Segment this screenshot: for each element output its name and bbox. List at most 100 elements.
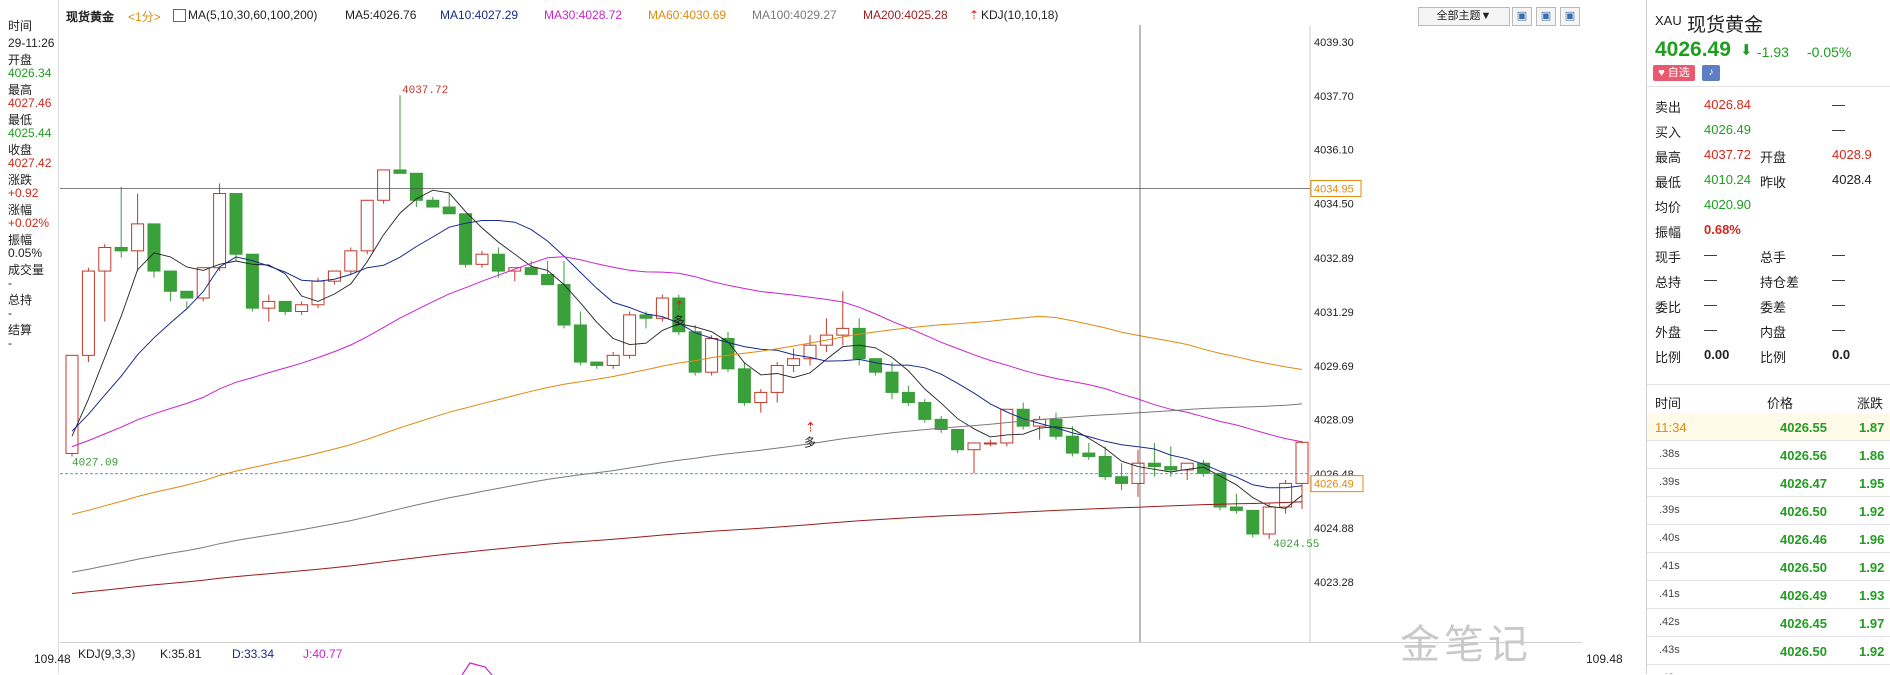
amp-value: 0.05% xyxy=(8,246,43,260)
quote-field-label: 委差 xyxy=(1760,300,1787,315)
quote-field-label: 持仓差 xyxy=(1760,275,1800,290)
tick-change: 1.95 xyxy=(1859,476,1885,491)
candlestick-chart[interactable]: 4039.30 4037.70 4036.10 4034.50 4032.89 4031.… xyxy=(60,25,1582,645)
tick-price: 4026.50 xyxy=(1780,644,1827,659)
quote-row: 最高 4037.72 开盘 4028.9 xyxy=(1647,142,1890,167)
price-axis-label: 4037.70 xyxy=(1314,91,1354,103)
tick-row[interactable]: .40s 4026.46 1.96 xyxy=(1647,525,1890,553)
tick-row[interactable]: .38s 4026.56 1.86 xyxy=(1647,441,1890,469)
crosshair-price-label: 4034.95 xyxy=(1314,183,1354,195)
tick-row[interactable]: .43s4026.491.93 xyxy=(1647,665,1890,674)
quote-field-value: 4026.49 xyxy=(1704,122,1751,137)
hold-value: - xyxy=(8,306,12,320)
price-axis-label: 4031.29 xyxy=(1314,307,1354,319)
price-axis-label: 4023.28 xyxy=(1314,577,1354,589)
ma-toggle-icon[interactable] xyxy=(173,9,186,22)
candle-body xyxy=(606,354,620,366)
tick-row[interactable]: 11:34 4026.55 1.87 xyxy=(1647,413,1890,441)
tick-row[interactable]: .41s 4026.49 1.93 xyxy=(1647,581,1890,609)
quote-field-label: 昨收 xyxy=(1760,175,1787,190)
tick-row[interactable]: .39s 4026.47 1.95 xyxy=(1647,469,1890,497)
tick-time: .41s xyxy=(1659,560,1680,572)
topic-select[interactable]: 全部主题▼ xyxy=(1418,7,1510,26)
ma5-value: MA5:4026.76 xyxy=(345,8,417,22)
add-favorite-button[interactable]: ♥ 自选 xyxy=(1653,65,1695,81)
candle-body xyxy=(442,206,456,215)
candle-body xyxy=(1164,466,1178,471)
candle-body xyxy=(918,402,932,420)
quote-field-label: 均价 xyxy=(1655,200,1682,215)
tick-change: 1.92 xyxy=(1859,644,1885,659)
candle-body xyxy=(737,368,751,404)
candle-body xyxy=(344,250,358,272)
tick-row[interactable]: .39s 4026.50 1.92 xyxy=(1647,497,1890,525)
candle-body xyxy=(229,193,243,255)
quote-field-label: 内盘 xyxy=(1760,325,1787,340)
quote-field-value: — xyxy=(1832,247,1845,262)
quote-field-label: 比例 xyxy=(1760,350,1787,365)
tick-price: 4026.50 xyxy=(1780,560,1827,575)
candle-body xyxy=(426,199,440,208)
tick-change: 1.87 xyxy=(1859,420,1885,435)
candle-body xyxy=(901,391,915,404)
candle-body xyxy=(787,358,801,366)
quote-code: XAU xyxy=(1655,13,1682,28)
divider xyxy=(1647,552,1890,553)
quote-field-value: — xyxy=(1832,322,1845,337)
quote-field-value: 0.0 xyxy=(1832,347,1851,362)
quote-field-label: 卖出 xyxy=(1655,100,1682,115)
price-axis-label: 4032.89 xyxy=(1314,253,1354,265)
tick-price: 4026.49 xyxy=(1780,588,1827,603)
candle-body xyxy=(623,314,637,356)
divider xyxy=(1647,580,1890,581)
quote-field-value: — xyxy=(1832,97,1845,112)
candle-body xyxy=(721,337,735,370)
price-axis-label: 4028.09 xyxy=(1314,415,1354,427)
kdj-axis-right: 109.48 xyxy=(1586,652,1623,666)
candle-body xyxy=(639,314,653,319)
quote-field-value: 0.00 xyxy=(1704,347,1730,362)
divider xyxy=(1647,468,1890,469)
quote-row: 现手 — 总手 — xyxy=(1647,242,1890,267)
tick-time: .38s xyxy=(1659,448,1680,460)
candle-body xyxy=(655,297,669,319)
tick-row[interactable]: .41s 4026.50 1.92 xyxy=(1647,553,1890,581)
settle-value: - xyxy=(8,336,12,350)
tick-row[interactable]: .43s 4026.50 1.92 xyxy=(1647,637,1890,665)
quote-field-value: 4037.72 xyxy=(1704,147,1751,162)
divider xyxy=(1647,384,1890,385)
ma30-value: MA30:4028.72 xyxy=(544,8,623,22)
tick-price: 4026.47 xyxy=(1780,476,1827,491)
tick-change: 1.92 xyxy=(1859,504,1885,519)
kdj-j-line xyxy=(461,662,493,675)
tick-change: 1.97 xyxy=(1859,616,1885,631)
layout-icon[interactable]: ▣ xyxy=(1536,7,1556,26)
candle-body xyxy=(180,290,194,299)
quote-field-label: 现手 xyxy=(1655,250,1682,265)
minimize-icon[interactable]: ▣ xyxy=(1512,7,1532,26)
ma200-line xyxy=(71,501,1303,594)
candle-body xyxy=(475,253,489,265)
quote-field-label: 振幅 xyxy=(1655,225,1682,240)
candle-body xyxy=(1262,506,1276,535)
bell-icon: ♪ xyxy=(1708,67,1714,78)
low-value: 4025.44 xyxy=(8,126,52,140)
quote-row: 买入 4026.49 — xyxy=(1647,117,1890,142)
ma-label: MA(5,10,30,60,100,200) xyxy=(188,8,318,22)
kdj-sub-panel: KDJ(9,3,3) K:35.81 D:33.34 J:40.77 xyxy=(60,642,1582,675)
candle-body xyxy=(524,267,538,275)
quote-field-label: 总手 xyxy=(1760,250,1787,265)
expand-icon[interactable]: ▣ xyxy=(1560,7,1580,26)
quote-field-label: 最高 xyxy=(1655,150,1682,165)
alert-bell-button[interactable]: ♪ xyxy=(1702,65,1720,81)
quote-field-value: 4010.24 xyxy=(1704,172,1751,187)
candle-body xyxy=(1082,452,1096,457)
candle-body xyxy=(278,300,292,313)
candle-body xyxy=(869,358,883,373)
tick-row[interactable]: .42s 4026.45 1.97 xyxy=(1647,609,1890,637)
period-selector[interactable]: <1分> xyxy=(128,8,161,25)
candle-body xyxy=(573,324,587,363)
candle-body xyxy=(163,270,177,292)
candle-body xyxy=(131,223,145,252)
ma200-value: MA200:4025.28 xyxy=(863,8,948,22)
